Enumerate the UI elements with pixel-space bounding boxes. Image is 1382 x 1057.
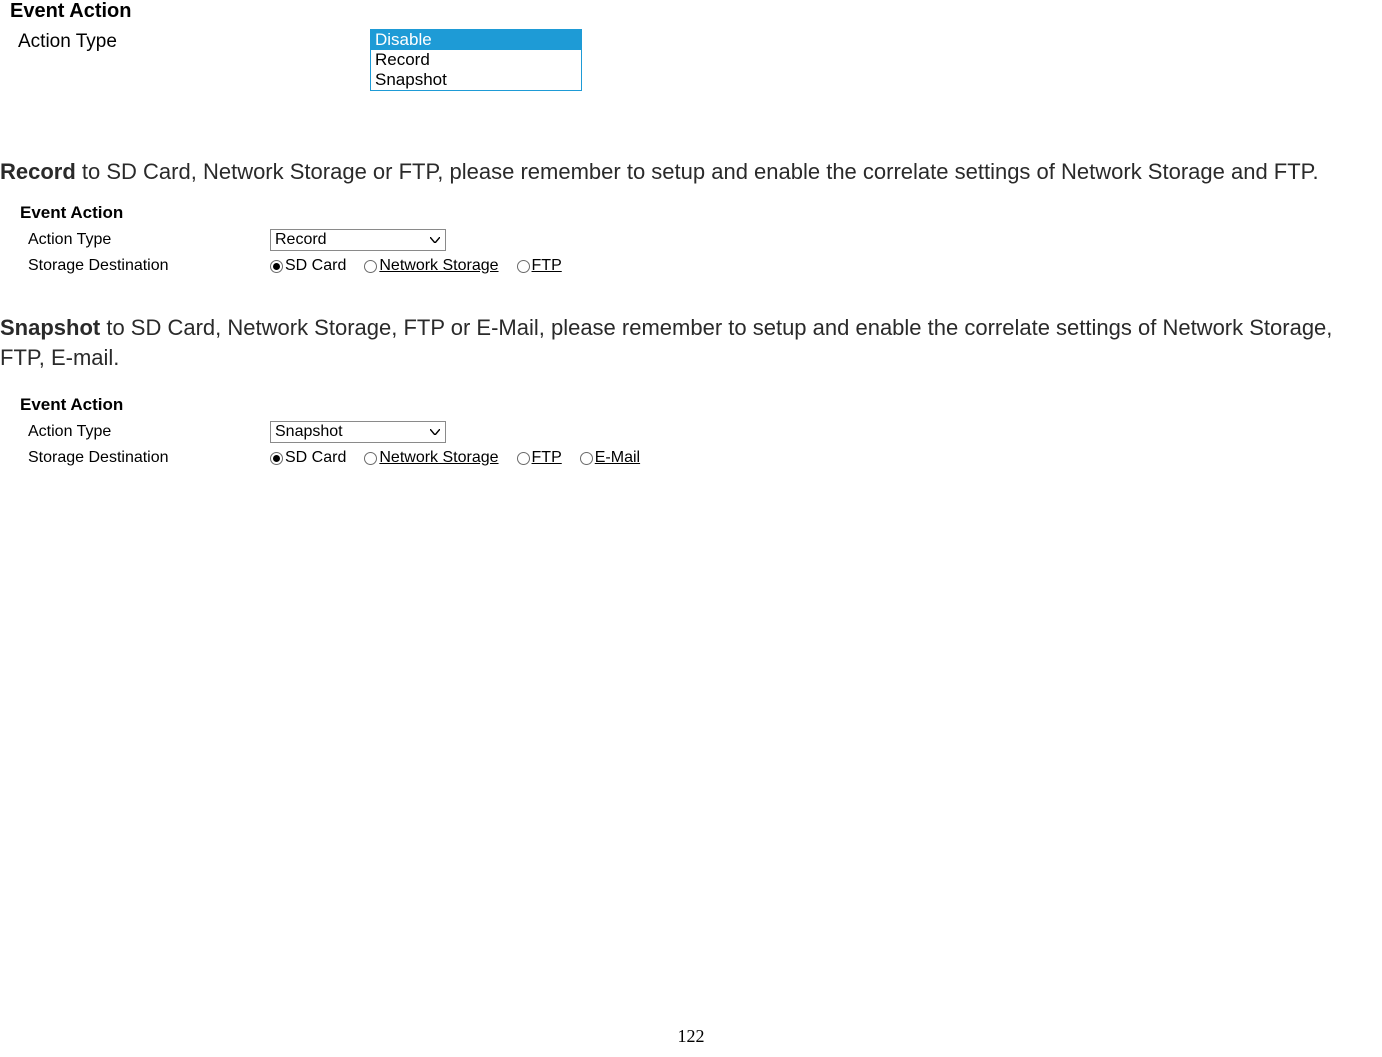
storage-destination-radio[interactable]: FTP: [517, 257, 562, 275]
radio-icon: [364, 452, 377, 465]
radio-label: SD Card: [285, 449, 346, 467]
event-action-record-panel: Event Action Action Type Record Storage …: [0, 203, 1382, 275]
record-description-bold: Record: [0, 159, 76, 184]
record-description-rest: to SD Card, Network Storage or FTP, plea…: [76, 159, 1319, 184]
radio-icon: [270, 452, 283, 465]
radio-icon: [270, 260, 283, 273]
storage-destination-label: Storage Destination: [20, 449, 270, 467]
event-action-snapshot-panel: Event Action Action Type Snapshot Storag…: [0, 395, 1382, 467]
event-action-disable-panel: Event Action Action Type Disable Record …: [0, 0, 1382, 91]
action-type-value: Record: [275, 231, 327, 249]
radio-label: Network Storage: [379, 449, 498, 467]
action-type-label: Action Type: [20, 231, 270, 249]
storage-destination-radio[interactable]: E-Mail: [580, 449, 640, 467]
radio-label: FTP: [532, 257, 562, 275]
storage-destination-radios: SD Card Network Storage FTP E-Mail: [270, 449, 640, 467]
chevron-down-icon: [425, 422, 445, 442]
action-type-option-snapshot[interactable]: Snapshot: [371, 70, 581, 90]
radio-icon: [580, 452, 593, 465]
storage-destination-radio[interactable]: Network Storage: [364, 257, 498, 275]
event-action-heading: Event Action: [10, 0, 1382, 23]
action-type-listbox[interactable]: Disable Record Snapshot: [370, 29, 582, 91]
event-action-heading: Event Action: [20, 203, 1382, 223]
chevron-down-icon: [425, 230, 445, 250]
radio-label: Network Storage: [379, 257, 498, 275]
radio-label: FTP: [532, 449, 562, 467]
storage-destination-radio[interactable]: Network Storage: [364, 449, 498, 467]
storage-destination-radio[interactable]: SD Card: [270, 449, 346, 467]
event-action-heading: Event Action: [20, 395, 1382, 415]
storage-destination-radios: SD Card Network Storage FTP: [270, 257, 562, 275]
action-type-label: Action Type: [20, 423, 270, 441]
snapshot-description-rest: to SD Card, Network Storage, FTP or E-Ma…: [0, 315, 1332, 370]
page-number: 122: [0, 1026, 1382, 1047]
snapshot-description: Snapshot to SD Card, Network Storage, FT…: [0, 313, 1382, 373]
radio-icon: [517, 452, 530, 465]
storage-destination-radio[interactable]: FTP: [517, 449, 562, 467]
action-type-dropdown[interactable]: Snapshot: [270, 421, 446, 443]
action-type-dropdown[interactable]: Record: [270, 229, 446, 251]
action-type-option-disable[interactable]: Disable: [371, 30, 581, 50]
radio-icon: [517, 260, 530, 273]
storage-destination-label: Storage Destination: [20, 257, 270, 275]
radio-label: E-Mail: [595, 449, 640, 467]
snapshot-description-bold: Snapshot: [0, 315, 100, 340]
action-type-label: Action Type: [10, 29, 370, 53]
storage-destination-radio[interactable]: SD Card: [270, 257, 346, 275]
record-description: Record to SD Card, Network Storage or FT…: [0, 157, 1382, 187]
radio-icon: [364, 260, 377, 273]
action-type-value: Snapshot: [275, 423, 343, 441]
action-type-option-record[interactable]: Record: [371, 50, 581, 70]
radio-label: SD Card: [285, 257, 346, 275]
